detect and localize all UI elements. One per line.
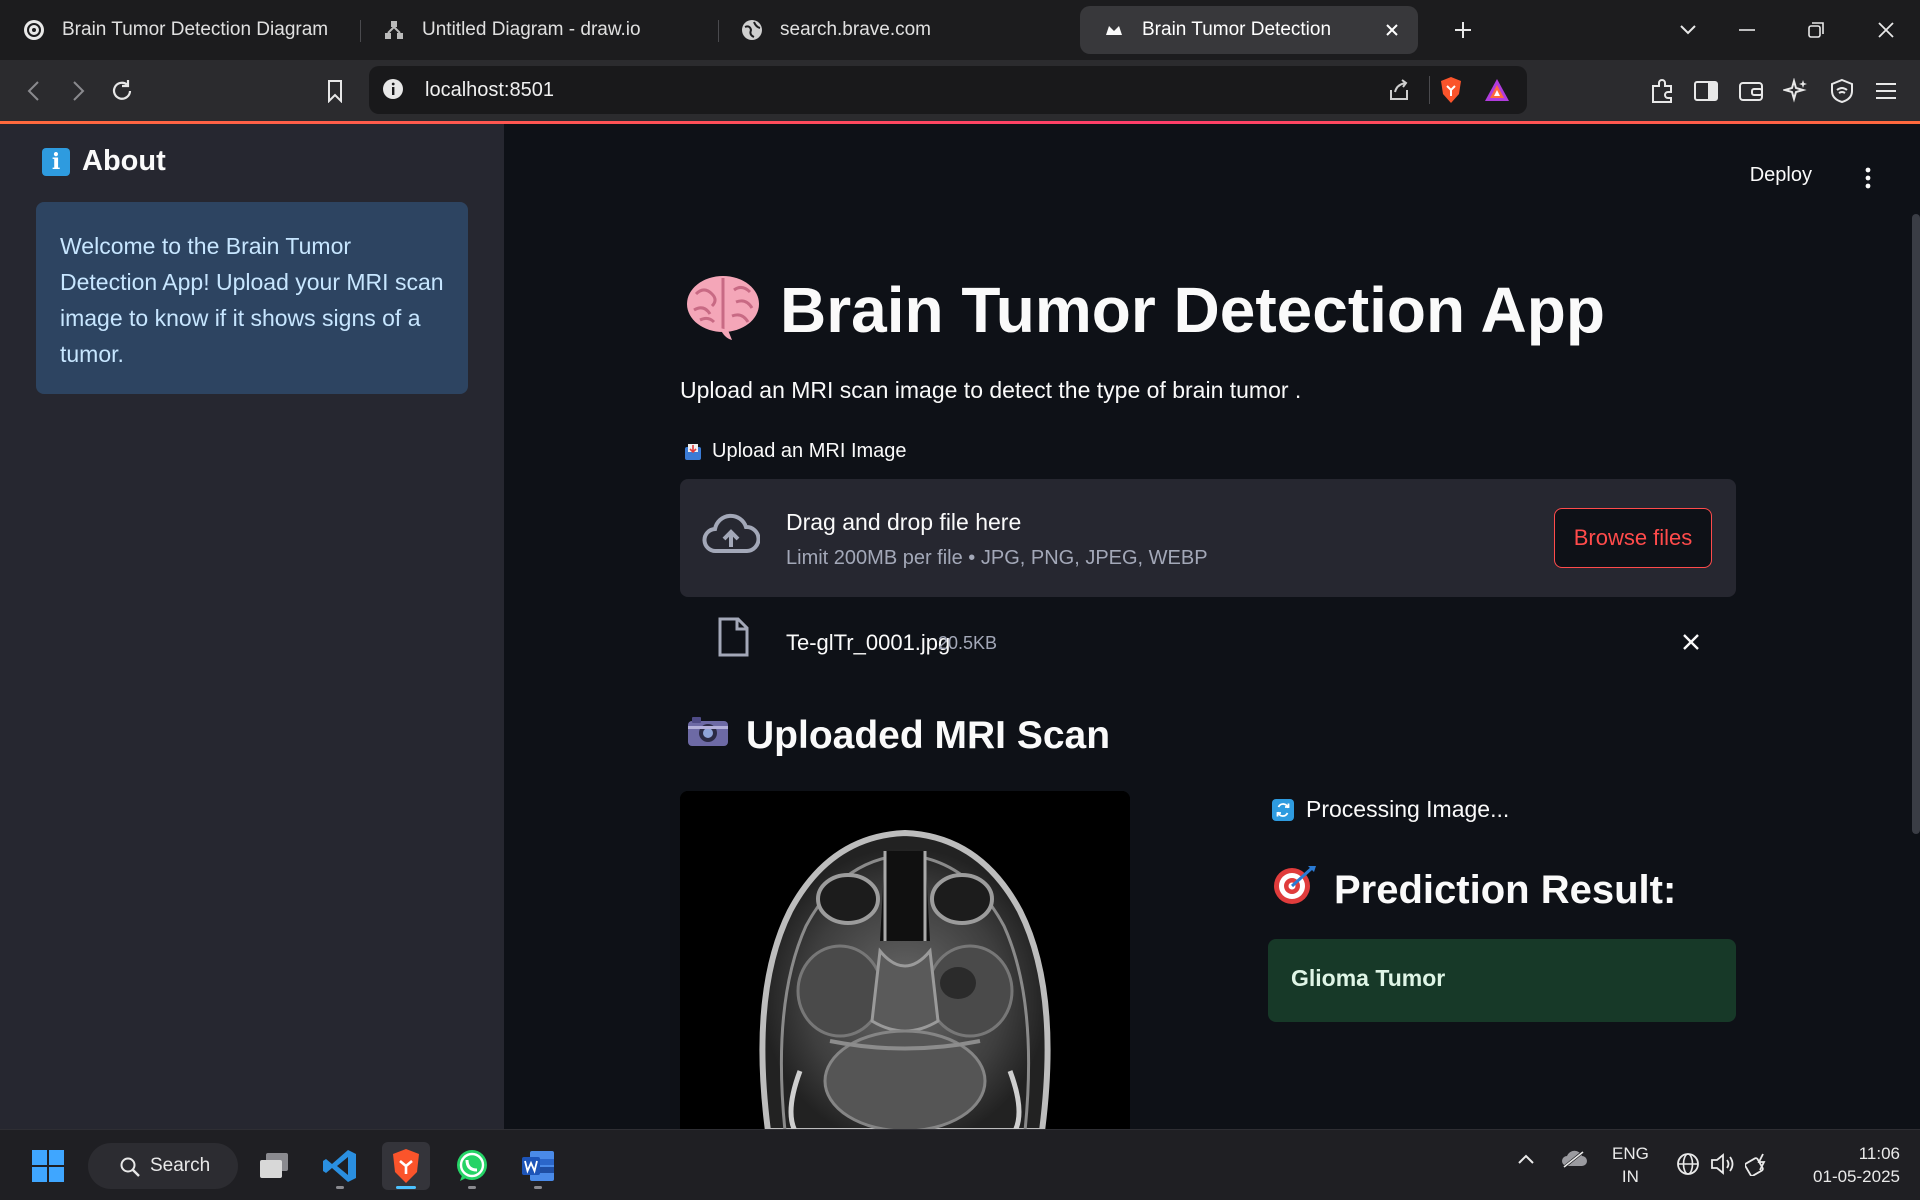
url-text: localhost:8501 [425, 79, 554, 101]
leo-ai-icon[interactable] [1776, 71, 1816, 111]
input-language-indicator[interactable]: ENG IN [1612, 1142, 1649, 1188]
extensions-icon[interactable] [1642, 71, 1682, 111]
browse-files-button[interactable]: Browse files [1554, 508, 1712, 568]
omnibox-divider [1429, 76, 1430, 104]
brave-rewards-icon[interactable] [1483, 77, 1511, 108]
remove-file-close-icon[interactable] [1676, 627, 1706, 657]
globe-icon [740, 18, 764, 42]
task-view-icon[interactable] [250, 1142, 298, 1190]
about-title-text: About [82, 145, 166, 177]
prediction-heading: Prediction Result: [1272, 864, 1676, 916]
system-clock[interactable]: 11:06 01-05-2025 [1813, 1142, 1900, 1188]
about-text: Welcome to the Brain Tumor Detection App… [60, 233, 444, 367]
restore-button[interactable] [1796, 10, 1836, 50]
forward-button[interactable] [58, 71, 98, 111]
direct-hit-target-icon [1272, 864, 1318, 916]
back-button[interactable] [14, 71, 54, 111]
close-window-button[interactable] [1866, 10, 1906, 50]
close-tab-icon[interactable] [1380, 18, 1404, 42]
dropzone-title: Drag and drop file here [786, 509, 1022, 535]
page-title: Brain Tumor Detection App [684, 272, 1605, 347]
uploaded-scan-heading: Uploaded MRI Scan [686, 714, 1110, 758]
volume-speaker-icon[interactable] [1710, 1152, 1736, 1181]
uploaded-file-name: Te-glTr_0001.jpg [786, 630, 951, 655]
tab-brain-tumor-detection[interactable]: Brain Tumor Detection [1080, 6, 1418, 54]
menu-hamburger-icon[interactable] [1866, 71, 1906, 111]
running-indicator [534, 1186, 542, 1189]
app-main: Deploy Brain Tumor Detection App Upload … [504, 124, 1920, 1129]
uploader-label-text: Upload an MRI Image [712, 440, 907, 462]
running-indicator [468, 1186, 476, 1189]
tab-title: Brain Tumor Detection Diagram [62, 19, 329, 40]
main-scrollbar[interactable] [1912, 214, 1920, 834]
streamlit-icon [1102, 18, 1126, 42]
tab-untitled-diagram[interactable]: Untitled Diagram - draw.io [360, 6, 718, 54]
active-indicator [396, 1186, 416, 1189]
reload-button[interactable] [102, 71, 142, 111]
processing-text: Processing Image... [1306, 796, 1510, 822]
tab-title: search.brave.com [780, 19, 932, 40]
uploader-label: Upload an MRI Image [684, 440, 907, 463]
deploy-button[interactable]: Deploy [1750, 164, 1812, 187]
more-options-icon[interactable] [1860, 166, 1876, 190]
new-tab-button[interactable] [1443, 10, 1483, 50]
file-icon [716, 617, 750, 662]
onedrive-cloud-icon[interactable] [1560, 1148, 1588, 1175]
app-title: Brain Tumor Detection App [780, 273, 1605, 346]
battery-charging-icon[interactable] [1744, 1152, 1771, 1181]
tab-search-brave[interactable]: search.brave.com [718, 6, 1076, 54]
wallet-icon[interactable] [1731, 71, 1771, 111]
tab-title: Brain Tumor Detection [1142, 19, 1332, 40]
share-icon[interactable] [1387, 78, 1411, 107]
word-icon[interactable] [514, 1142, 562, 1190]
camera-icon [686, 714, 730, 758]
sidebar-about-heading: i About [42, 145, 166, 178]
scan-heading-text: Uploaded MRI Scan [746, 714, 1111, 757]
sidebar-toggle-icon[interactable] [1686, 71, 1726, 111]
tab-brain-tumor-detection-diagram[interactable]: Brain Tumor Detection Diagram [0, 6, 360, 54]
language-code: ENG [1612, 1144, 1649, 1163]
dropzone-limit-text: Limit 200MB per file • JPG, PNG, JPEG, W… [786, 547, 1208, 569]
refresh-icon [1272, 798, 1294, 821]
browser-tab-strip: Brain Tumor Detection Diagram Untitled D… [0, 0, 1920, 60]
address-bar[interactable]: localhost:8501 [369, 66, 1527, 114]
search-icon [120, 1157, 140, 1177]
region-code: IN [1621, 1167, 1639, 1186]
uploaded-file-size: 20.5KB [938, 633, 998, 653]
cloud-upload-icon [702, 513, 761, 562]
whatsapp-icon[interactable] [448, 1142, 496, 1190]
brain-icon [684, 272, 762, 347]
start-windows-icon[interactable] [24, 1142, 72, 1190]
running-indicator [336, 1186, 344, 1189]
vscode-icon[interactable] [316, 1142, 364, 1190]
clock-time: 11:06 [1858, 1144, 1900, 1163]
brave-browser-icon[interactable] [382, 1142, 430, 1190]
prediction-heading-text: Prediction Result: [1334, 867, 1677, 912]
tab-title: Untitled Diagram - draw.io [422, 19, 641, 40]
bookmark-icon[interactable] [315, 71, 355, 111]
prediction-value: Glioma Tumor [1291, 965, 1446, 991]
site-info-icon[interactable] [382, 78, 404, 105]
inbox-tray-icon [684, 443, 702, 461]
uploaded-file-row: Te-glTr_0001.jpg 20.5KB [680, 609, 1736, 679]
clock-date: 01-05-2025 [1813, 1167, 1900, 1186]
info-icon: i [42, 147, 70, 176]
windows-taskbar: Search ENG IN 11:06 01-05-2025 [0, 1129, 1920, 1200]
processing-status: Processing Image... [1272, 796, 1509, 823]
taskbar-search-box[interactable]: Search [88, 1143, 238, 1189]
mri-scan-image [680, 791, 1130, 1129]
minimize-button[interactable] [1727, 10, 1767, 50]
openai-icon [22, 18, 46, 42]
app-subtitle: Upload an MRI scan image to detect the t… [680, 377, 1302, 403]
brave-shields-icon[interactable] [1439, 76, 1463, 109]
tab-list-chevron-down-icon[interactable] [1668, 10, 1708, 50]
network-globe-icon[interactable] [1676, 1152, 1700, 1181]
drawio-icon [382, 18, 406, 42]
taskbar-search-label: Search [150, 1155, 211, 1176]
vpn-shield-icon[interactable] [1822, 71, 1862, 111]
file-dropzone[interactable]: Drag and drop file here Limit 200MB per … [680, 479, 1736, 597]
show-hidden-icons-chevron-up-icon[interactable] [1516, 1152, 1536, 1171]
prediction-result-box: Glioma Tumor [1268, 939, 1736, 1022]
about-info-box: Welcome to the Brain Tumor Detection App… [36, 202, 468, 394]
